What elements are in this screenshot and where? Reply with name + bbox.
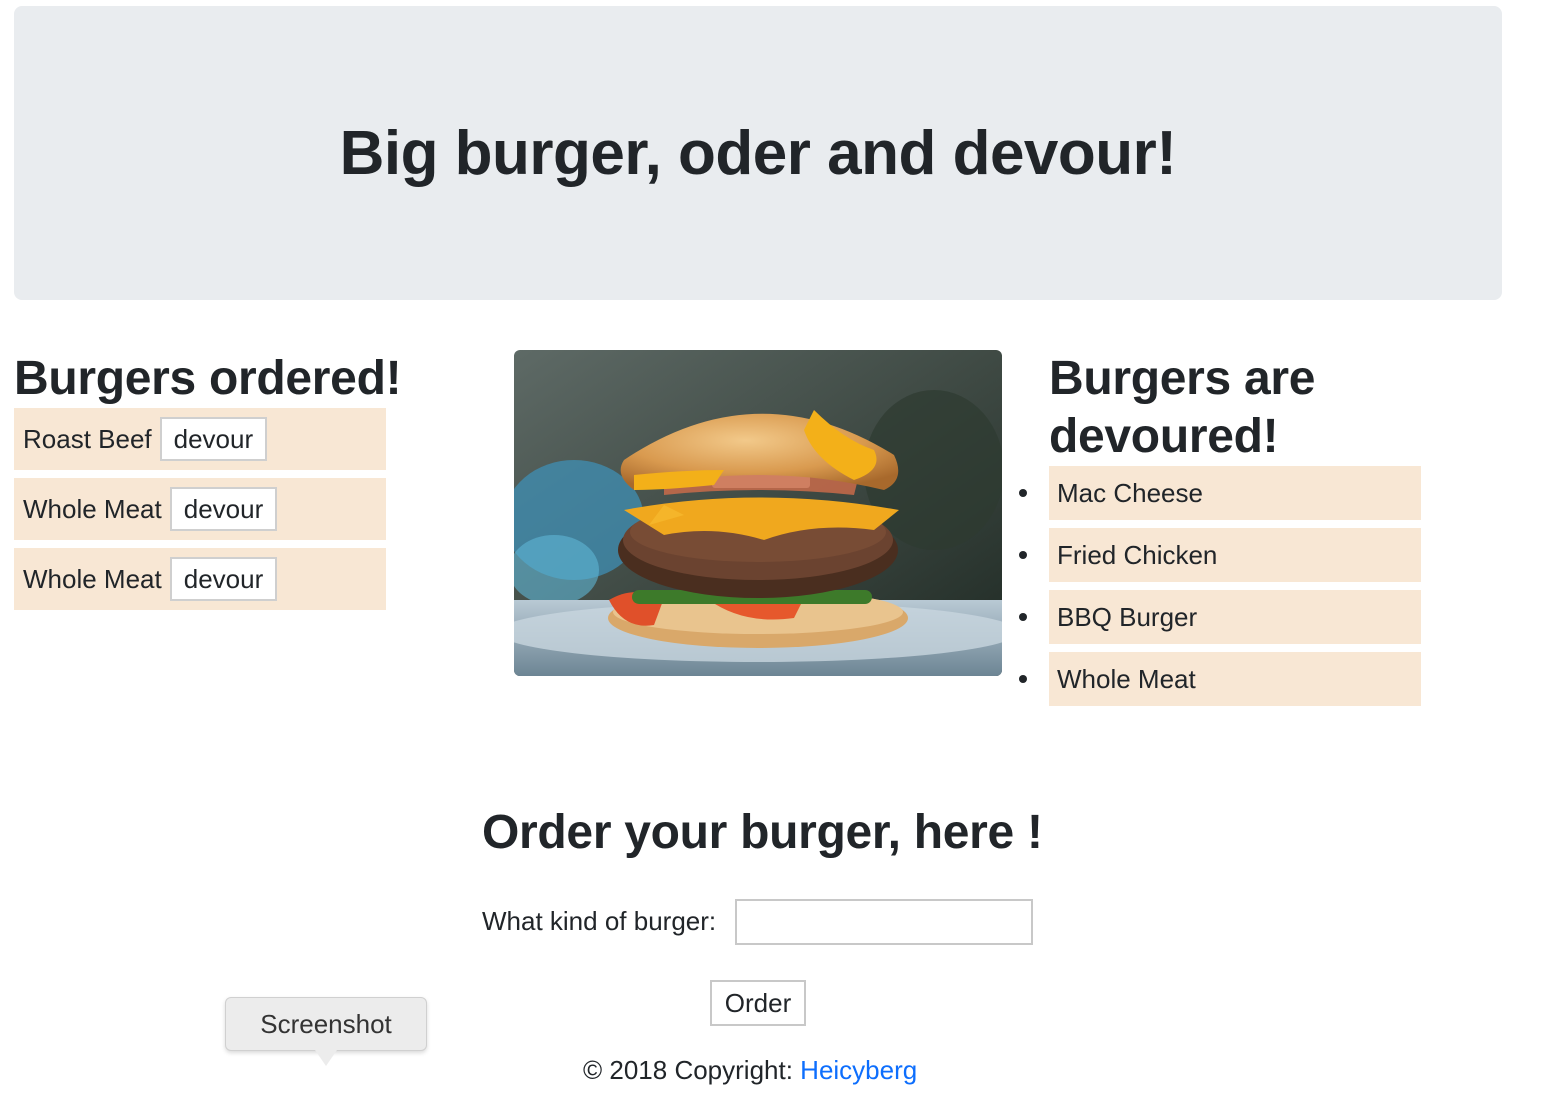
list-item: Fried Chicken <box>1019 528 1421 582</box>
list-item: Whole Meat devour <box>14 478 386 540</box>
burger-input-label: What kind of burger: <box>482 906 717 936</box>
burger-name: Roast Beef <box>23 423 152 454</box>
devoured-heading-line1: Burgers are <box>1049 352 1316 405</box>
ordered-column: Burgers ordered! Roast Beef devour Whole… <box>14 350 458 618</box>
screenshot-tooltip: Screenshot <box>225 997 427 1051</box>
ordered-heading: Burgers ordered! <box>14 352 402 405</box>
copyright-text: © 2018 Copyright: <box>583 1055 801 1085</box>
burger-name-input[interactable] <box>735 899 1033 945</box>
burger-name: Fried Chicken <box>1057 539 1218 570</box>
burger-name: Mac Cheese <box>1057 477 1203 508</box>
bullet-icon <box>1019 675 1027 683</box>
devour-button[interactable]: devour <box>169 487 278 531</box>
ordered-list: Roast Beef devour Whole Meat devour Whol… <box>14 408 386 610</box>
header-jumbotron: Big burger, oder and devour! <box>14 6 1502 300</box>
devoured-heading: Burgers are devoured! <box>1049 350 1494 466</box>
list-item: BBQ Burger <box>1019 590 1421 644</box>
footer: © 2018 Copyright: Heicyberg <box>583 1055 917 1086</box>
devoured-heading-line2: devoured! <box>1049 410 1279 463</box>
bullet-icon <box>1019 489 1027 497</box>
burger-name: BBQ Burger <box>1057 601 1198 632</box>
devoured-list: Mac Cheese Fried Chicken BBQ Burger Whol… <box>1019 466 1421 706</box>
burger-name: Whole Meat <box>1057 663 1196 694</box>
order-heading: Order your burger, here ! <box>482 806 1043 859</box>
page-title: Big burger, oder and devour! <box>339 118 1177 188</box>
devour-button[interactable]: devour <box>169 557 278 601</box>
bullet-icon <box>1019 613 1027 621</box>
devour-button[interactable]: devour <box>159 417 268 461</box>
list-item: Roast Beef devour <box>14 408 386 470</box>
burger-name: Whole Meat <box>23 493 162 524</box>
burger-photo <box>514 350 1002 676</box>
devoured-column: Burgers are devoured! Mac Cheese Fried C… <box>1019 350 1494 714</box>
author-link[interactable]: Heicyberg <box>800 1055 917 1085</box>
bullet-icon <box>1019 551 1027 559</box>
list-item: Mac Cheese <box>1019 466 1421 520</box>
tooltip-arrow-icon <box>315 1050 337 1066</box>
order-button[interactable]: Order <box>710 980 806 1026</box>
list-item: Whole Meat <box>1019 652 1421 706</box>
burger-name: Whole Meat <box>23 563 162 594</box>
list-item: Whole Meat devour <box>14 548 386 610</box>
